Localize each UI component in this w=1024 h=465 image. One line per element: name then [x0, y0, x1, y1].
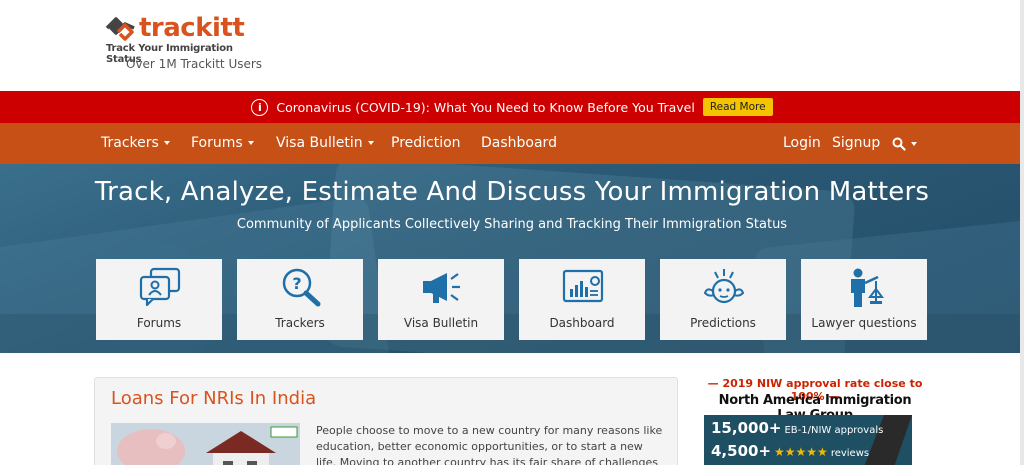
article-card: Loans For NRIs In India People choose to… [94, 377, 678, 465]
hero-title: Track, Analyze, Estimate And Discuss You… [94, 177, 930, 207]
star-rating-icon: ★★★★★ [774, 445, 828, 459]
covid-alert-bar: i Coronavirus (COVID-19): What You Need … [0, 91, 1024, 123]
info-icon: i [251, 98, 269, 116]
law-group-ad[interactable]: — 2019 NIW approval rate close to 100% —… [704, 377, 926, 465]
article-image[interactable] [111, 423, 300, 465]
alert-message[interactable]: Coronavirus (COVID-19): What You Need to… [276, 100, 694, 115]
search-icon [892, 137, 906, 151]
chevron-down-icon [163, 141, 170, 145]
tile-trackers[interactable]: ? Trackers [237, 259, 363, 340]
search-toggle[interactable] [892, 136, 917, 152]
tile-forums-label: Forums [136, 316, 182, 330]
ad-stats-box: 15,000+ EB-1/NIW approvals 4,500+ ★★★★★ rev… [704, 415, 912, 465]
tile-lawyer-questions[interactable]: Lawyer questions [801, 259, 927, 340]
nav-prediction[interactable]: Prediction [391, 135, 461, 151]
forums-icon [139, 267, 181, 307]
hero-subtitle: Community of Applicants Collectively Sha… [236, 217, 788, 232]
read-more-button[interactable]: Read More [702, 98, 773, 116]
site-header: trackitt Track Your Immigration Status O… [0, 0, 1024, 91]
chevron-down-icon [247, 141, 254, 145]
nav-login[interactable]: Login [783, 135, 821, 151]
ad-stat-approvals-label: EB-1/NIW approvals [784, 425, 884, 436]
tile-lawyer-questions-label: Lawyer questions [811, 316, 917, 330]
logo-mark-icon [104, 15, 138, 41]
tile-trackers-label: Trackers [275, 316, 325, 330]
ad-stat-reviews: 4,500+ ★★★★★ reviews [711, 441, 869, 460]
ad-stat-reviews-label: reviews [830, 448, 870, 459]
ad-stat-reviews-number: 4,500+ [711, 442, 772, 460]
tile-forums[interactable]: Forums [96, 259, 222, 340]
hero-banner: Track, Analyze, Estimate And Discuss You… [0, 164, 1024, 353]
tile-visa-bulletin-label: Visa Bulletin [403, 316, 479, 330]
logo-text: trackitt [139, 13, 245, 43]
lawyer-icon [851, 268, 884, 307]
nav-trackers[interactable]: Trackers [101, 135, 170, 151]
nav-visa-bulletin[interactable]: Visa Bulletin [276, 135, 374, 151]
main-navbar: Trackers Forums Visa Bulletin Prediction… [0, 123, 1024, 164]
nav-forums-label: Forums [191, 135, 243, 151]
dashboard-icon [562, 269, 604, 303]
tile-predictions-label: Predictions [690, 316, 756, 330]
page-scrollbar[interactable] [1020, 0, 1024, 465]
article-title[interactable]: Loans For NRIs In India [111, 388, 316, 409]
tile-dashboard-label: Dashboard [549, 316, 615, 330]
chevron-down-icon [911, 142, 917, 146]
ad-stat-approvals-number: 15,000+ [711, 419, 782, 437]
tile-predictions[interactable]: Predictions [660, 259, 786, 340]
tile-dashboard[interactable]: Dashboard [519, 259, 645, 340]
megaphone-icon [423, 273, 460, 303]
nav-trackers-label: Trackers [101, 135, 159, 151]
user-count: Over 1M Trackitt Users [126, 57, 263, 71]
ad-stat-approvals: 15,000+ EB-1/NIW approvals [711, 418, 883, 437]
chevron-down-icon [367, 141, 374, 145]
tile-visa-bulletin[interactable]: Visa Bulletin [378, 259, 504, 340]
nav-forums[interactable]: Forums [191, 135, 254, 151]
house-piggybank-image [111, 423, 300, 465]
predictions-icon [703, 269, 745, 304]
nav-signup[interactable]: Signup [832, 135, 880, 151]
nav-visa-bulletin-label: Visa Bulletin [276, 135, 363, 151]
article-excerpt: People choose to move to a new country f… [316, 424, 663, 465]
trackers-icon: ? [282, 268, 321, 307]
nav-dashboard[interactable]: Dashboard [481, 135, 557, 151]
svg-text:?: ? [292, 274, 301, 293]
